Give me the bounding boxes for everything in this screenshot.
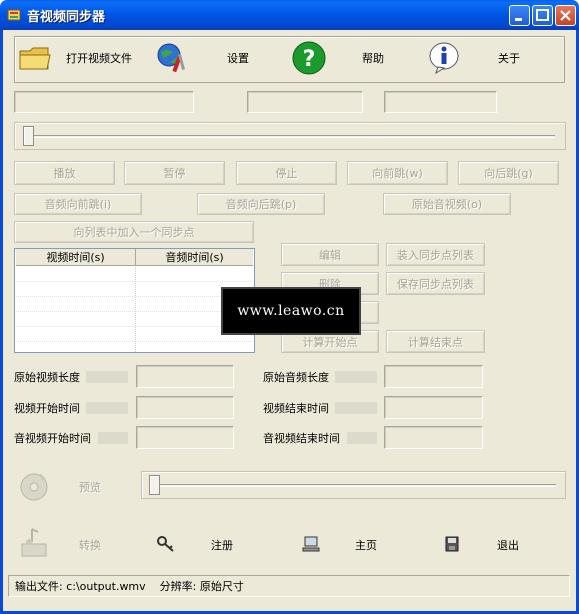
preview-label[interactable]: 预览 — [79, 479, 101, 495]
preview-disc-icon — [20, 473, 48, 501]
calc-end-button[interactable]: 计算结束点 — [386, 330, 485, 353]
original-av-button[interactable]: 原始音视频(o) — [383, 193, 511, 215]
stop-button[interactable]: 停止 — [236, 161, 337, 185]
slider-track — [25, 135, 555, 138]
window-title: 音视频同步器 — [27, 10, 106, 25]
video-end-label: 视频结束时间 — [263, 402, 329, 415]
edit-button[interactable]: 编辑 — [281, 243, 379, 266]
app-icon — [7, 9, 21, 21]
pause-button[interactable]: 暂停 — [124, 161, 225, 185]
settings-label: 设置 — [227, 52, 249, 65]
sync-point-list[interactable]: 视频时间(s) 音频时间(s) — [14, 248, 255, 353]
load-list-button[interactable]: 装入同步点列表 — [386, 243, 485, 266]
svg-text:?: ? — [303, 47, 316, 72]
folder-icon — [19, 47, 51, 70]
preview-slider-thumb[interactable] — [149, 475, 160, 495]
jump-forward-button[interactable]: 向前跳(w) — [347, 161, 448, 185]
list-row[interactable] — [16, 282, 253, 297]
label-strip — [86, 371, 128, 383]
exit-disk-icon — [445, 536, 459, 552]
column-header-audio[interactable]: 音频时间(s) — [136, 249, 253, 266]
minimize-icon — [515, 18, 522, 21]
save-list-button[interactable]: 保存同步点列表 — [386, 272, 485, 295]
audio-back-button[interactable]: 音频向后跳(p) — [197, 193, 325, 215]
slider-thumb[interactable] — [23, 126, 34, 146]
av-end-label: 音视频结束时间 — [263, 432, 340, 445]
maximize-icon — [536, 9, 549, 21]
list-row[interactable] — [16, 267, 253, 282]
label-strip — [98, 432, 128, 444]
info-icon — [429, 42, 459, 75]
minimize-button[interactable] — [509, 5, 530, 26]
close-button[interactable] — [555, 5, 576, 26]
label-strip — [86, 402, 128, 414]
av-end-field — [384, 426, 483, 449]
close-icon — [560, 10, 571, 21]
convert-label[interactable]: 转换 — [79, 537, 101, 553]
av-start-field — [136, 426, 234, 449]
av-start-label: 音视频开始时间 — [14, 432, 91, 445]
help-label: 帮助 — [362, 52, 384, 65]
video-end-field — [384, 396, 483, 419]
list-row[interactable] — [16, 297, 253, 312]
audio-length-label: 原始音频长度 — [263, 371, 329, 384]
settings-button[interactable]: 设置 — [155, 40, 249, 76]
maximize-button[interactable] — [532, 5, 553, 26]
label-strip — [335, 371, 377, 383]
duration-field — [384, 91, 497, 113]
watermark: www.leawo.cn — [221, 287, 361, 335]
open-file-button[interactable]: 打开视频文件 — [18, 40, 132, 76]
status-bar: 输出文件: c:\output.wmv 分辨率: 原始尺寸 — [8, 575, 570, 597]
jump-back-button[interactable]: 向后跳(g) — [458, 161, 559, 185]
video-start-label: 视频开始时间 — [14, 402, 80, 415]
exit-label[interactable]: 退出 — [497, 537, 519, 553]
help-button[interactable]: ? 帮助 — [292, 40, 384, 76]
globe-tools-icon — [157, 43, 186, 73]
column-header-video[interactable]: 视频时间(s) — [16, 249, 136, 266]
preview-slider-track — [152, 484, 556, 487]
video-length-label: 原始视频长度 — [14, 371, 80, 384]
audio-forward-button[interactable]: 音频向前跳(i) — [14, 193, 142, 215]
file-info-field — [14, 91, 194, 113]
play-button[interactable]: 播放 — [14, 161, 115, 185]
register-key-icon — [157, 536, 174, 552]
video-start-field — [136, 396, 234, 419]
audio-length-field — [384, 365, 483, 388]
help-icon: ? — [292, 41, 326, 75]
about-label: 关于 — [498, 52, 520, 65]
label-strip — [347, 432, 377, 444]
output-file-status: 输出文件: c:\output.wmv — [15, 580, 146, 593]
list-row[interactable] — [16, 312, 253, 327]
register-label[interactable]: 注册 — [211, 537, 233, 553]
convert-music-icon — [21, 528, 47, 557]
position-field — [247, 91, 363, 113]
home-label[interactable]: 主页 — [355, 537, 377, 553]
add-sync-point-button[interactable]: 向列表中加入一个同步点 — [14, 221, 254, 243]
position-slider[interactable] — [14, 122, 566, 150]
list-row[interactable] — [16, 327, 253, 342]
resolution-status: 分辨率: 原始尺寸 — [159, 580, 244, 593]
video-length-field — [136, 365, 234, 388]
home-computer-icon — [302, 536, 320, 552]
preview-slider[interactable] — [141, 471, 566, 499]
about-button[interactable]: 关于 — [428, 40, 520, 76]
label-strip — [335, 402, 377, 414]
open-file-label: 打开视频文件 — [66, 52, 132, 65]
